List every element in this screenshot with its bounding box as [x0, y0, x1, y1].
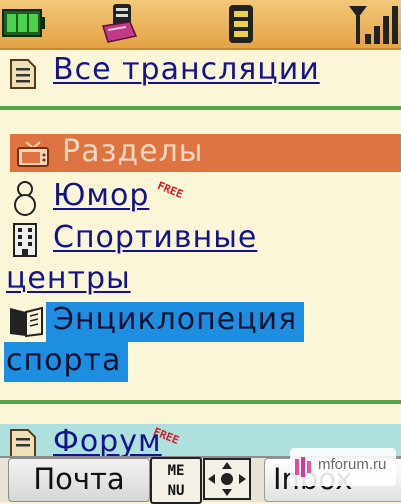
divider — [0, 106, 401, 110]
menu-item-sports-encyclopedia-line2[interactable]: спорта — [6, 343, 121, 378]
dpad-icon[interactable] — [203, 458, 251, 500]
battery-icon — [2, 9, 45, 37]
menu-key[interactable]: ME NU — [150, 457, 202, 504]
building-icon — [13, 223, 37, 257]
menu-item-humor[interactable]: Юмор — [53, 178, 149, 213]
document-icon — [10, 429, 36, 456]
signal-strength-icon — [349, 6, 398, 44]
section-header: Разделы — [10, 134, 401, 172]
divider — [0, 400, 401, 404]
tv-icon — [17, 141, 49, 167]
person-icon — [14, 181, 36, 216]
status-bar — [0, 0, 401, 50]
inbox-icon — [102, 4, 138, 43]
watermark: mforum.ru — [290, 448, 396, 486]
document-icon — [10, 59, 36, 89]
menu-key-label: ME NU — [167, 463, 185, 499]
left-softkey[interactable]: Почта — [8, 458, 150, 502]
free-badge: FREE — [155, 179, 185, 202]
watermark-text: mforum.ru — [318, 456, 387, 473]
menu-item-all-broadcasts[interactable]: Все трансляции — [53, 52, 320, 87]
sim-card-icon — [229, 5, 253, 43]
menu-item-forum[interactable]: Форум — [53, 424, 162, 456]
menu-item-sports-centers[interactable]: Спортивные — [53, 220, 257, 255]
section-header-label: Разделы — [62, 134, 204, 169]
free-badge: FREE — [151, 425, 181, 448]
mforum-logo-icon — [295, 457, 311, 477]
menu-item-sports-centers-line2[interactable]: центры — [6, 261, 131, 296]
book-icon — [10, 306, 43, 338]
menu-item-sports-encyclopedia[interactable]: Энциклопеция — [53, 302, 297, 337]
